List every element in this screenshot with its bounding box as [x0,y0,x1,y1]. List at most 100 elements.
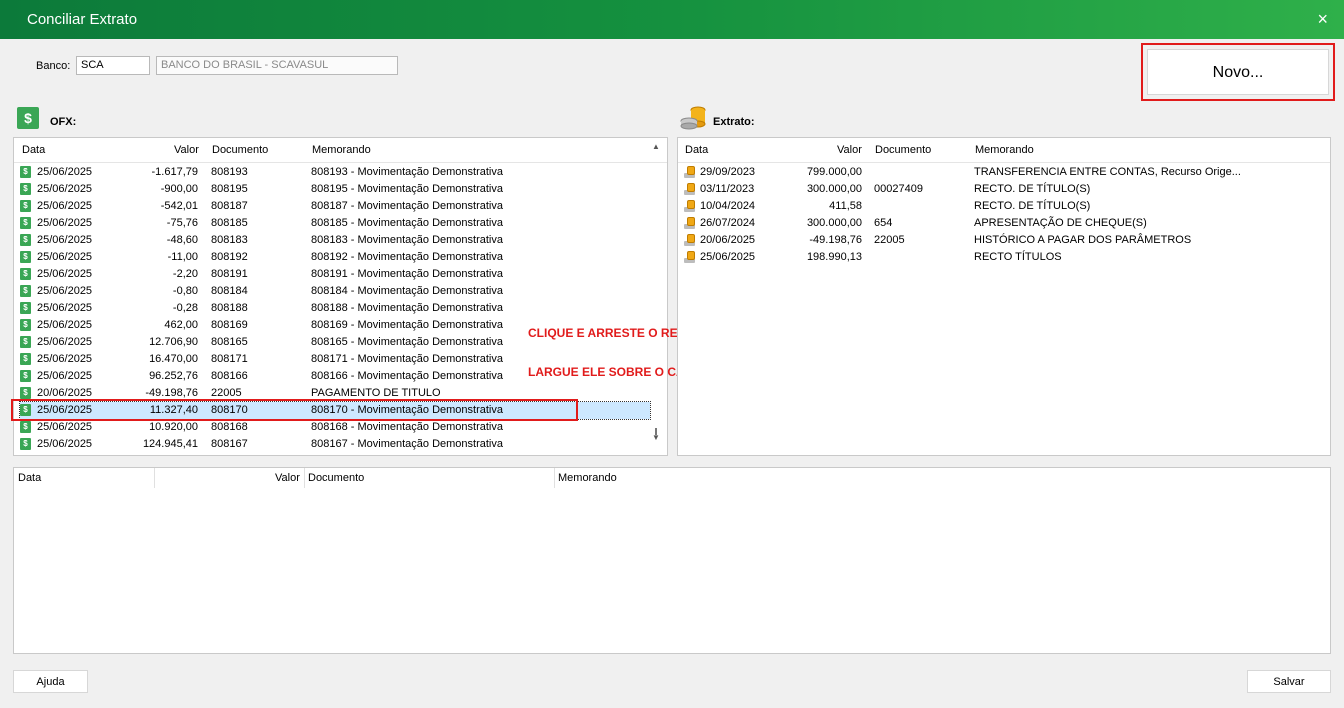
cell-data: 25/06/2025 [37,183,93,195]
bottom-col-documento[interactable]: Documento [308,472,364,484]
save-button[interactable]: Salvar [1247,670,1331,693]
extrato-col-data[interactable]: Data [685,144,708,156]
cell-valor: -49.198,76 [145,387,198,399]
dollar-icon: $ [20,200,31,212]
table-row[interactable]: $25/06/2025 -0,28 808188 808188 - Movimenta… [20,300,650,317]
cell-documento: 808165 [211,336,248,348]
cell-documento: 808167 [211,438,248,450]
cell-valor: -11,00 [167,251,198,263]
extrato-label: Extrato: [713,116,755,128]
cell-data: 03/11/2023 [700,183,755,195]
coins-icon [684,251,696,263]
bottom-col-valor[interactable]: Valor [275,472,300,484]
table-row[interactable]: $25/06/2025 -1.617,79 808193 808193 - Movim… [20,164,650,181]
cell-valor: -900,00 [160,183,198,195]
extrato-col-memorando[interactable]: Memorando [975,144,1034,156]
cell-documento: 00027409 [874,183,923,195]
column-divider [304,468,305,488]
help-button[interactable]: Ajuda [13,670,88,693]
cell-documento: 808184 [211,285,248,297]
selected-row-annotation [11,399,578,421]
banco-name-field: BANCO DO BRASIL - SCAVASUL [156,56,398,75]
table-row[interactable]: $25/06/2025 10.920,00 808168 808168 - Movim… [20,419,650,436]
table-row[interactable]: 10/04/2024 411,58 RECTO. DE TÍTULO(S) [684,198,1314,215]
cell-valor: 10.920,00 [149,421,198,433]
table-row[interactable]: $25/06/2025 -11,00 808192 808192 - Moviment… [20,249,650,266]
table-row[interactable]: $25/06/2025 -2,20 808191 808191 - Movimenta… [20,266,650,283]
cell-valor: 411,58 [829,200,862,212]
cell-data: 20/06/2025 [37,387,93,399]
cell-data: 25/06/2025 [37,251,93,263]
cell-data: 25/06/2025 [37,166,93,178]
table-row[interactable]: $25/06/2025 -48,60 808183 808183 - Moviment… [20,232,650,249]
dollar-icon: $ [20,319,31,331]
extrato-table[interactable]: Data Valor Documento Memorando 29/09/202… [677,137,1331,456]
table-row[interactable]: $25/06/2025 -542,01 808187 808187 - Movimen… [20,198,650,215]
cell-memorando: RECTO TÍTULOS [974,251,1062,263]
table-row[interactable]: 25/06/2025 198.990,13 RECTO TÍTULOS [684,249,1314,266]
cell-valor: -1.617,79 [151,166,198,178]
cell-memorando: 808167 - Movimentação Demonstrativa [311,438,503,450]
cell-memorando: APRESENTAÇÃO DE CHEQUE(S) [974,217,1147,229]
ofx-col-memorando[interactable]: Memorando [312,144,371,156]
cell-data: 10/04/2024 [700,200,756,212]
cell-memorando: 808195 - Movimentação Demonstrativa [311,183,503,195]
cell-valor: -49.198,76 [809,234,862,246]
cell-memorando: 808168 - Movimentação Demonstrativa [311,421,503,433]
cell-memorando: 808184 - Movimentação Demonstrativa [311,285,503,297]
cell-memorando: PAGAMENTO DE TITULO [311,387,441,399]
dollar-icon: $ [20,285,31,297]
cell-documento: 808191 [211,268,248,280]
dollar-icon: $ [20,251,31,263]
close-icon[interactable]: × [1317,9,1328,30]
extrato-col-documento[interactable]: Documento [875,144,931,156]
cell-memorando: HISTÓRICO A PAGAR DOS PARÂMETROS [974,234,1192,246]
cell-valor: -0,28 [172,302,198,314]
cell-documento: 22005 [874,234,905,246]
cell-documento: 808193 [211,166,248,178]
dollar-icon: $ [20,234,31,246]
table-row[interactable]: $25/06/2025 -900,00 808195 808195 - Movimen… [20,181,650,198]
table-row[interactable]: $25/06/2025 -75,76 808185 808185 - Moviment… [20,215,650,232]
dollar-icon: $ [20,353,31,365]
cell-memorando: TRANSFERENCIA ENTRE CONTAS, Recurso Orig… [974,166,1241,178]
cell-memorando: RECTO. DE TÍTULO(S) [974,200,1091,212]
cell-memorando: 808185 - Movimentação Demonstrativa [311,217,503,229]
banco-label: Banco: [36,60,71,72]
dollar-icon: $ [20,438,31,450]
scroll-up-icon[interactable]: ▲ [652,142,660,151]
cell-memorando: 808171 - Movimentação Demonstrativa [311,353,503,365]
novo-button[interactable]: Novo... [1147,49,1329,95]
cell-valor: 16.470,00 [149,353,198,365]
ofx-col-documento[interactable]: Documento [212,144,268,156]
extrato-col-valor[interactable]: Valor [837,144,862,156]
window-title: Conciliar Extrato [27,11,138,28]
coins-icon [684,200,696,212]
cell-data: 25/06/2025 [37,353,93,365]
table-row[interactable]: 26/07/2024 300.000,00 654 APRESENTAÇÃO DE C… [684,215,1314,232]
cell-valor: -48,60 [166,234,198,246]
table-row[interactable]: 03/11/2023 300.000,00 00027409 RECTO. DE TÍ… [684,181,1314,198]
table-row[interactable]: 29/09/2023 799.000,00 TRANSFERENCIA ENTRE … [684,164,1314,181]
ofx-col-valor[interactable]: Valor [174,144,199,156]
cell-memorando: 808166 - Movimentação Demonstrativa [311,370,503,382]
scroll-down-icon[interactable]: ▼ [652,433,660,442]
bottom-col-memorando[interactable]: Memorando [558,472,617,484]
cell-documento: 808187 [211,200,248,212]
banco-code-field[interactable]: SCA [76,56,150,75]
dollar-icon: $ [20,217,31,229]
cell-valor: -2,20 [172,268,198,280]
cell-data: 29/09/2023 [700,166,756,178]
conciliation-table[interactable]: Data Valor Documento Memorando [13,467,1331,654]
title-bar: Conciliar Extrato × [0,0,1344,39]
ofx-col-data[interactable]: Data [22,144,45,156]
bottom-col-data[interactable]: Data [18,472,41,484]
table-row[interactable]: $25/06/2025 124.945,41 808167 808167 - Movi… [20,436,650,453]
table-row[interactable]: $25/06/2025 -0,80 808184 808184 - Movimenta… [20,283,650,300]
cell-documento: 22005 [211,387,242,399]
cell-documento: 808192 [211,251,248,263]
coins-icon [684,217,696,229]
table-row[interactable]: 20/06/2025 -49.198,76 22005 HISTÓRICO A PAG… [684,232,1314,249]
cell-valor: 462,00 [164,319,198,331]
dollar-icon: $ [20,387,31,399]
